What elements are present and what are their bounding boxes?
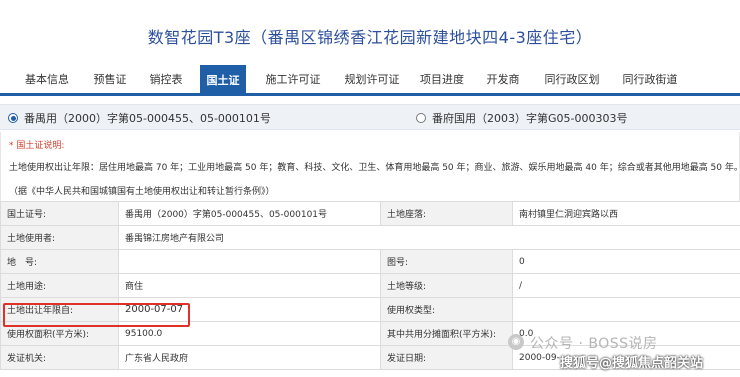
- issuer-value: 广东省人民政府: [118, 345, 381, 370]
- lot-no-label: 地 号:: [0, 249, 119, 274]
- tab-same-street[interactable]: 同行政街道: [614, 66, 686, 94]
- land-grade-label: 土地等级:: [380, 273, 513, 298]
- cert-no-label: 国土证号:: [0, 201, 119, 226]
- tab-same-district[interactable]: 同行政区划: [536, 66, 608, 94]
- tab-construction-permit[interactable]: 施工许可证: [256, 66, 330, 94]
- tab-project-progress[interactable]: 项目进度: [414, 66, 470, 94]
- notes-heading: * 国土证说明:: [9, 141, 65, 151]
- lot-no-value: [118, 249, 381, 274]
- table-row: 国土证号: 番禺用（2000）字第05-000455、05-000101号 土地…: [0, 201, 740, 226]
- tab-basic-info[interactable]: 基本信息: [12, 66, 82, 94]
- watermark-account: 公众号 · BOSS说房: [530, 336, 658, 352]
- highlight-box: [3, 303, 190, 327]
- tab-planning-permit[interactable]: 规划许可证: [336, 66, 408, 94]
- land-usage-value: 商住: [118, 273, 381, 298]
- map-no-label: 图号:: [380, 249, 513, 274]
- location-value: 南村镇里仁洞迎宾路以西: [512, 201, 740, 226]
- wechat-logo-icon: ◉: [508, 334, 524, 350]
- right-type-label: 使用权类型:: [380, 297, 513, 322]
- page-title: 数智花园T3座（番禺区锦绣香江花园新建地块四4-3座住宅）: [147, 28, 593, 47]
- table-row: 土地用途: 商住 土地等级: /: [0, 273, 740, 298]
- notes-source: （据《中华人民共和国城镇国有土地使用权出让和转让暂行条例》）: [9, 187, 275, 197]
- watermark-source: 搜狐号@搜狐焦点韶关站: [560, 356, 704, 371]
- tab-bar: 基本信息 预售证 销控表 国土证 施工许可证 规划许可证 项目进度 开发商 同行…: [0, 62, 740, 96]
- land-grade-value: /: [512, 273, 740, 298]
- land-user-label: 土地使用者:: [0, 225, 119, 250]
- table-row: 土地使用者: 番禺锦江房地产有限公司: [0, 225, 740, 250]
- tab-sales-control[interactable]: 销控表: [140, 66, 192, 94]
- cert-no-value: 番禺用（2000）字第05-000455、05-000101号: [118, 201, 381, 226]
- table-row: 地 号: 图号: 0: [0, 249, 740, 274]
- certificate-option-label: 番府国用（2003）字第G05-000303号: [432, 112, 628, 125]
- land-user-value: 番禺锦江房地产有限公司: [118, 225, 740, 250]
- tab-land-certificate[interactable]: 国土证: [200, 65, 246, 96]
- issuer-label: 发证机关:: [0, 345, 119, 370]
- map-no-value: 0: [512, 249, 740, 274]
- radio-selected-icon[interactable]: [8, 113, 18, 123]
- right-type-value: [512, 297, 740, 322]
- tab-presale-permit[interactable]: 预售证: [84, 66, 136, 94]
- location-label: 土地座落:: [380, 201, 513, 226]
- radio-unselected-icon[interactable]: [416, 113, 426, 123]
- certificate-option-label: 番禺用（2000）字第05-000455、05-000101号: [24, 112, 271, 125]
- notes-term-limits: 土地使用权出让年限：居住用地最高 70 年；工业用地最高 50 年；教育、科技、…: [9, 163, 740, 173]
- land-usage-label: 土地用途:: [0, 273, 119, 298]
- certificate-option-1[interactable]: 番禺用（2000）字第05-000455、05-000101号: [8, 105, 271, 131]
- shared-area-label: 其中共用分摊面积(平方米):: [380, 321, 513, 346]
- issue-date-label: 发证日期:: [380, 345, 513, 370]
- certificate-option-2[interactable]: 番府国用（2003）字第G05-000303号: [416, 105, 627, 131]
- certificate-selector: 番禺用（2000）字第05-000455、05-000101号 番府国用（200…: [0, 104, 740, 130]
- land-certificate-notes: * 国土证说明: 土地使用权出让年限：居住用地最高 70 年；工业用地最高 50…: [0, 132, 740, 204]
- tab-developer[interactable]: 开发商: [478, 66, 528, 94]
